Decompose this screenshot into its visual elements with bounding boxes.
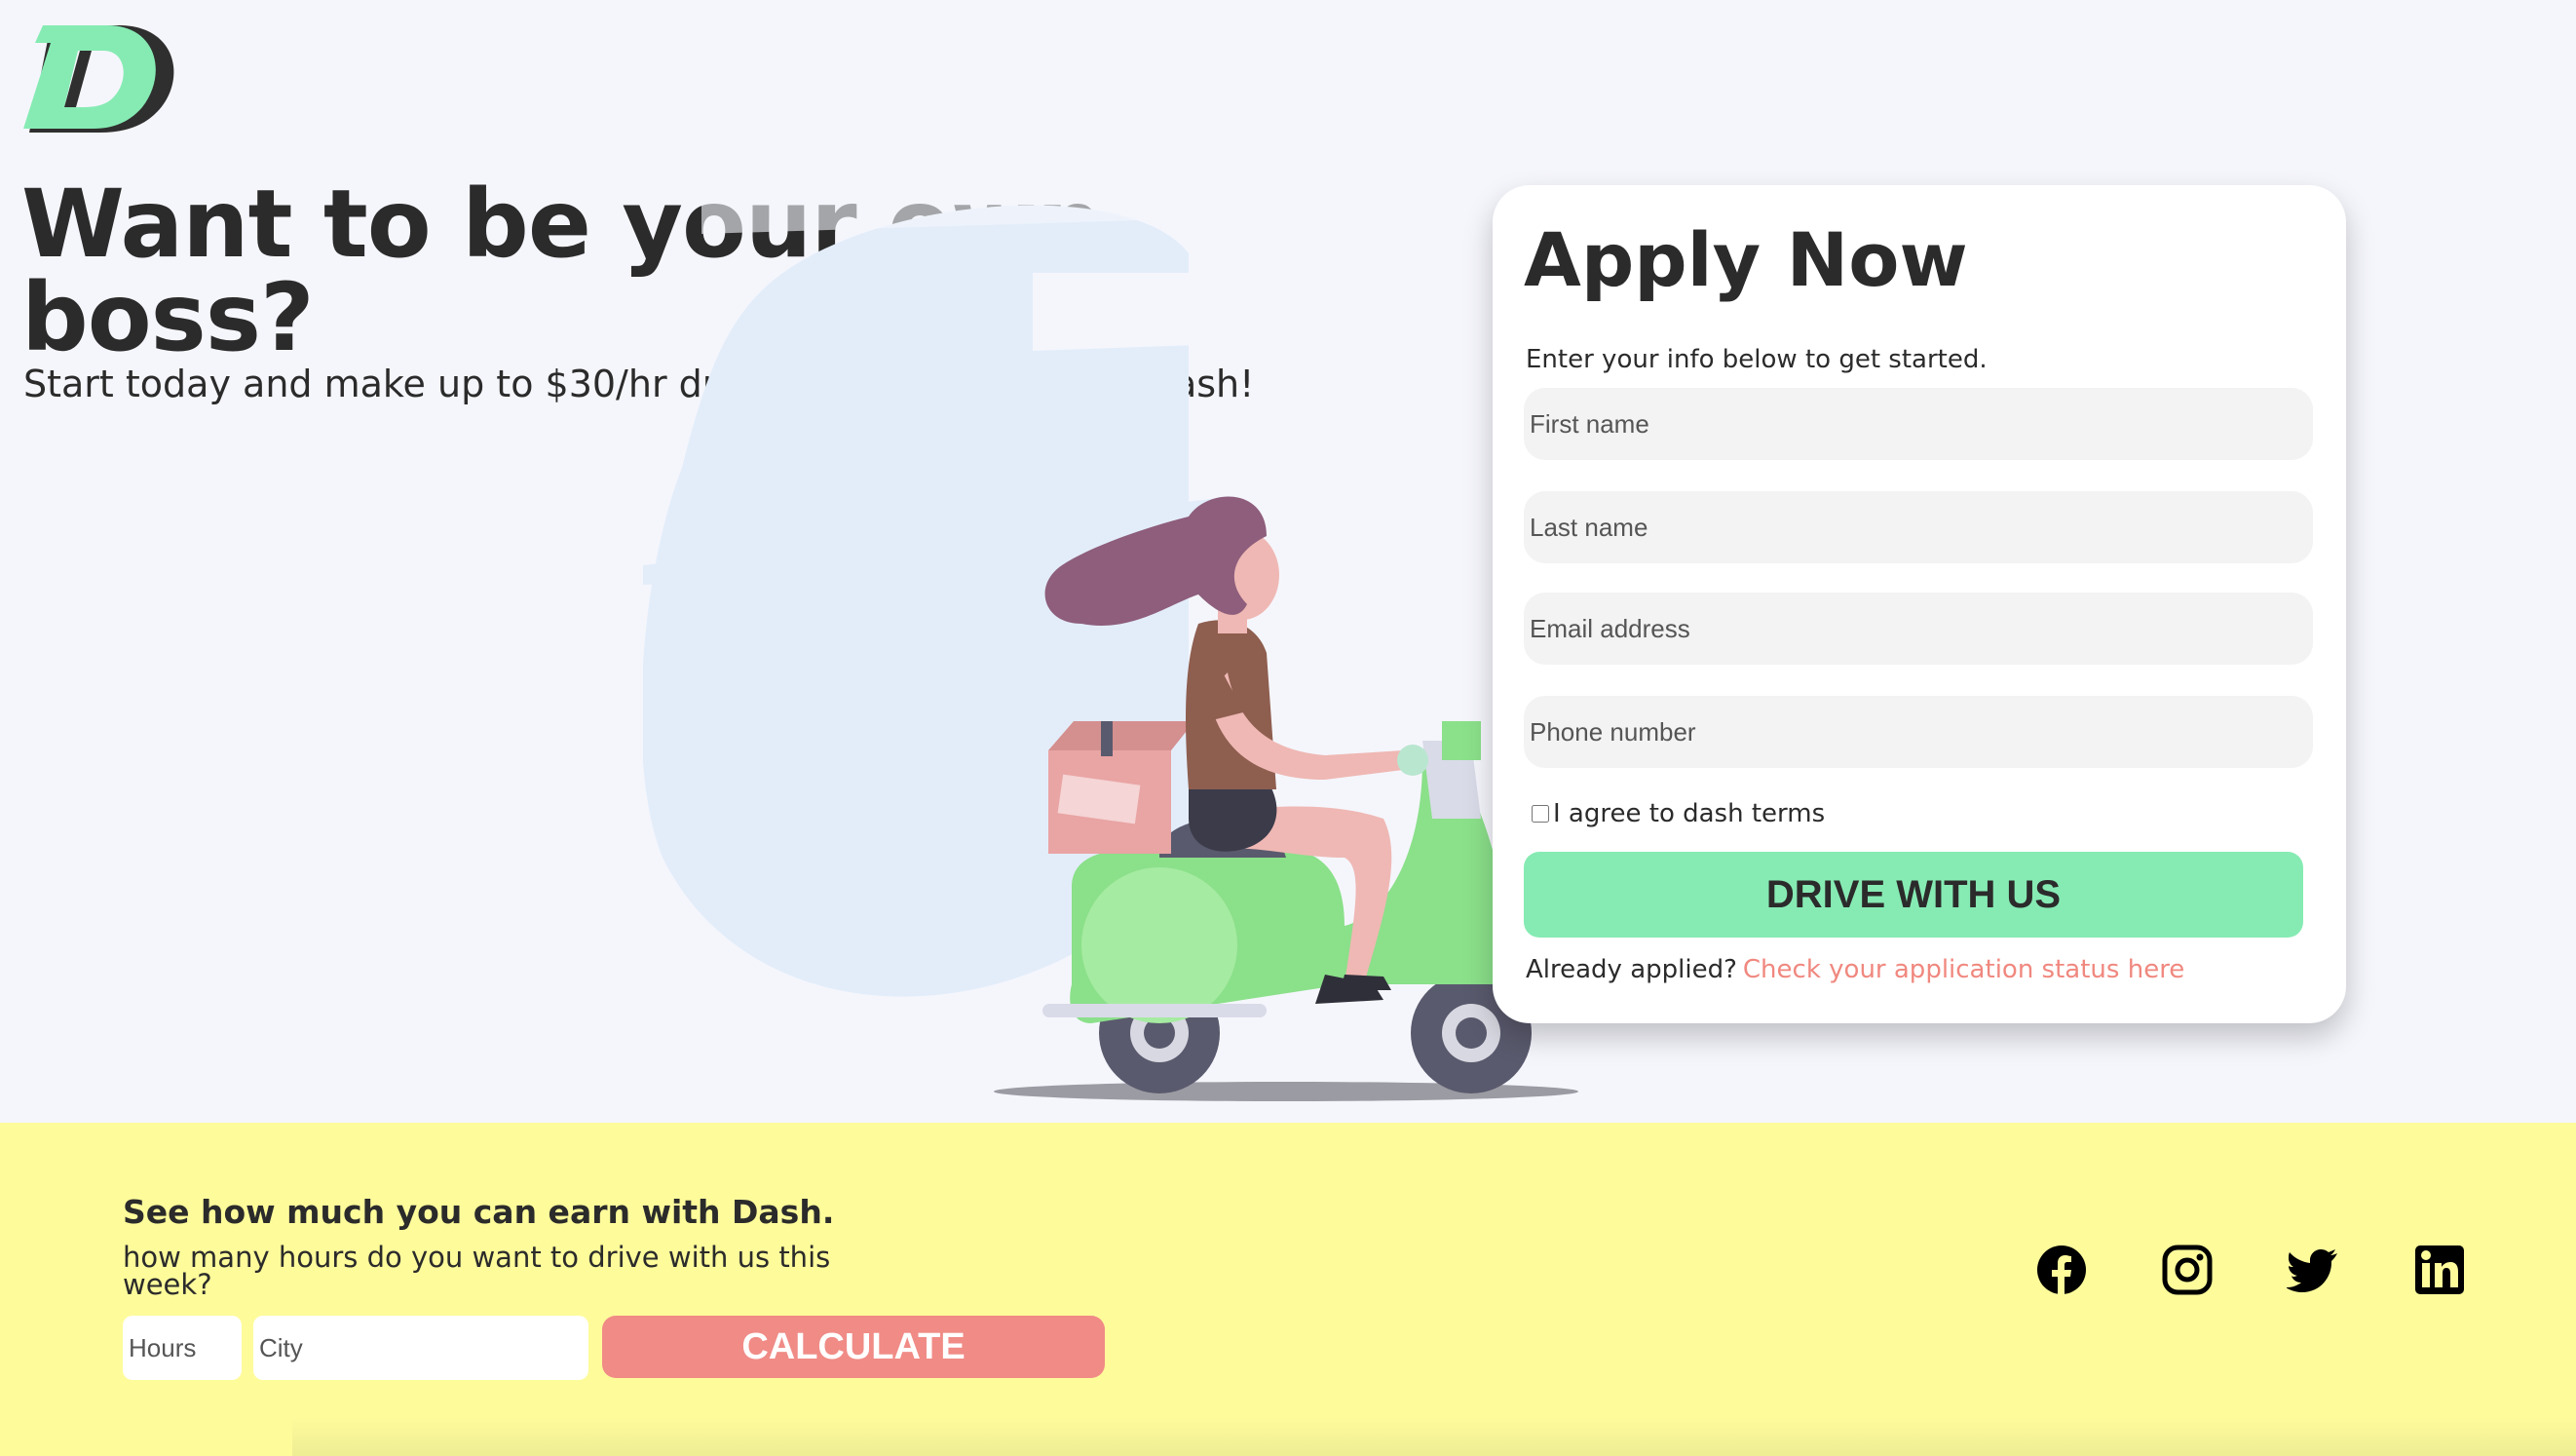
phone-field[interactable]	[1524, 696, 2313, 768]
calculate-button[interactable]: CALCULATE	[602, 1316, 1105, 1378]
hours-input[interactable]	[123, 1316, 242, 1380]
terms-row[interactable]: I agree to dash terms	[1532, 799, 1825, 828]
first-name-field[interactable]	[1524, 388, 2313, 460]
twitter-icon[interactable]	[2287, 1244, 2339, 1296]
dash-logo-icon[interactable]	[21, 21, 182, 134]
apply-intro: Enter your info below to get started.	[1526, 345, 1988, 374]
earnings-footer: See how much you can earn with Dash. how…	[0, 1123, 2576, 1456]
terms-checkbox[interactable]	[1532, 805, 1549, 823]
drive-with-us-button[interactable]: DRIVE WITH US	[1524, 852, 2303, 938]
linkedin-icon[interactable]	[2413, 1244, 2466, 1296]
already-applied-text: Already applied?	[1526, 955, 1737, 984]
earnings-title: See how much you can earn with Dash.	[123, 1193, 835, 1231]
last-name-field[interactable]	[1524, 491, 2313, 563]
scooter-illustration	[643, 175, 1578, 1101]
apply-title: Apply Now	[1524, 216, 1968, 303]
email-field[interactable]	[1524, 593, 2313, 665]
instagram-icon[interactable]	[2161, 1244, 2214, 1296]
application-status-link[interactable]: Check your application status here	[1743, 955, 2184, 984]
earnings-question: how many hours do you want to drive with…	[123, 1241, 831, 1301]
already-applied-row: Already applied? Check your application s…	[1526, 955, 2184, 984]
terms-label: I agree to dash terms	[1553, 799, 1826, 828]
apply-card: Apply Now Enter your info below to get s…	[1493, 185, 2346, 1023]
facebook-icon[interactable]	[2035, 1244, 2088, 1296]
city-input[interactable]	[253, 1316, 588, 1380]
